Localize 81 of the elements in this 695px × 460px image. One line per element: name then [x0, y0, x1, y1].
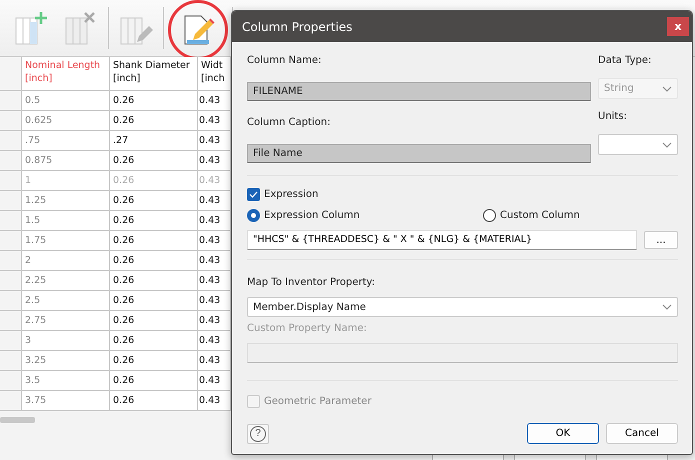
table-cell: 1.75 [22, 231, 110, 251]
row-header[interactable] [0, 391, 22, 411]
table-cell: 0.5 [22, 91, 110, 111]
delete-column-icon [64, 10, 98, 46]
table-cell: 2.75 [22, 311, 110, 331]
row-header[interactable] [0, 331, 22, 351]
field-label: Data Type: [598, 55, 652, 66]
radio-button[interactable] [483, 209, 496, 222]
table-cell: 0.26 [110, 231, 198, 251]
row-header[interactable] [0, 211, 22, 231]
table-cell: 0.26 [110, 291, 198, 311]
row-header[interactable] [0, 171, 22, 191]
radio-option[interactable]: Expression Column [247, 209, 483, 222]
checkbox[interactable] [247, 188, 260, 201]
table-cell: 0.26 [110, 371, 198, 391]
table-cell: 0.625 [22, 111, 110, 131]
table-cell: 0.26 [110, 191, 198, 211]
row-header[interactable] [0, 311, 22, 331]
column-header[interactable]: Widt [inch [198, 57, 231, 91]
table-cell: 0.26 [110, 171, 198, 191]
table-cell: 0.26 [110, 111, 198, 131]
table-cell: 0.26 [110, 311, 198, 331]
window-title: Column Properties [242, 20, 352, 34]
table-cell: 0.26 [110, 271, 198, 291]
property-dropdown[interactable]: Member.Display Name [247, 297, 678, 317]
row-header[interactable] [0, 351, 22, 371]
dialog-button[interactable]: OK [527, 423, 599, 444]
table-cell: 3.75 [22, 391, 110, 411]
table-cell: 0.26 [110, 211, 198, 231]
chevron-icon [662, 142, 672, 148]
dropdown[interactable] [598, 134, 678, 155]
table-cell: 2.5 [22, 291, 110, 311]
input-field[interactable] [247, 343, 678, 363]
scrollbar[interactable] [0, 417, 35, 423]
close-button[interactable]: x [667, 17, 689, 36]
row-header[interactable] [0, 251, 22, 271]
row-header[interactable] [0, 231, 22, 251]
expression-field[interactable]: "HHCS" & {THREADDESC} & " X " & {NLG} & {MATERIAL} [247, 230, 637, 250]
row-header[interactable] [0, 131, 22, 151]
table-cell: 0.875 [22, 151, 110, 171]
field-label: Column Caption: [247, 117, 332, 128]
radio-button[interactable] [247, 209, 260, 222]
browse-button[interactable]: ... [644, 231, 678, 249]
row-header[interactable] [0, 371, 22, 391]
table-cell: 0.26 [110, 91, 198, 111]
table-cell: .27 [110, 131, 198, 151]
expression-checkbox[interactable]: Expression [247, 188, 678, 201]
field-label: Custom Property Name: [247, 323, 368, 334]
row-header[interactable] [0, 191, 22, 211]
table-cell: 1.25 [22, 191, 110, 211]
table-cell: 0.26 [110, 351, 198, 371]
chevron-icon [662, 304, 672, 310]
input-field[interactable]: File Name [247, 144, 591, 163]
row-header[interactable] [0, 271, 22, 291]
row-header[interactable] [0, 111, 22, 131]
table-cell: 1 [22, 171, 110, 191]
row-header[interactable] [0, 291, 22, 311]
row-header[interactable] [0, 91, 22, 111]
help-button[interactable]: ? [247, 424, 269, 444]
table-cell: 2.25 [22, 271, 110, 291]
column-header[interactable]: Nominal Length [inch] [22, 57, 110, 91]
field-label: Units: [598, 111, 628, 122]
row-header[interactable] [0, 151, 22, 171]
table-cell: 3 [22, 331, 110, 351]
table-cell: 1.5 [22, 211, 110, 231]
table-cell: 0.26 [110, 391, 198, 411]
field-label: Map To Inventor Property: [247, 277, 376, 288]
add-column-icon [14, 10, 48, 46]
table-cell: 0.26 [110, 331, 198, 351]
radio-option[interactable]: Custom Column [483, 209, 580, 222]
table-cell: 3.5 [22, 371, 110, 391]
table-cell: 0.26 [110, 251, 198, 271]
table-cell: 3.25 [22, 351, 110, 371]
input-field[interactable]: FILENAME [247, 82, 591, 101]
column-header[interactable]: Shank Diameter [inch] [110, 57, 198, 91]
chevron-icon [662, 86, 672, 92]
table-cell: 0.26 [110, 151, 198, 171]
table-cell: 2 [22, 251, 110, 271]
dialog-button[interactable]: Cancel [606, 423, 678, 444]
table-cell: .75 [22, 131, 110, 151]
field-label: Column Name: [247, 55, 322, 66]
